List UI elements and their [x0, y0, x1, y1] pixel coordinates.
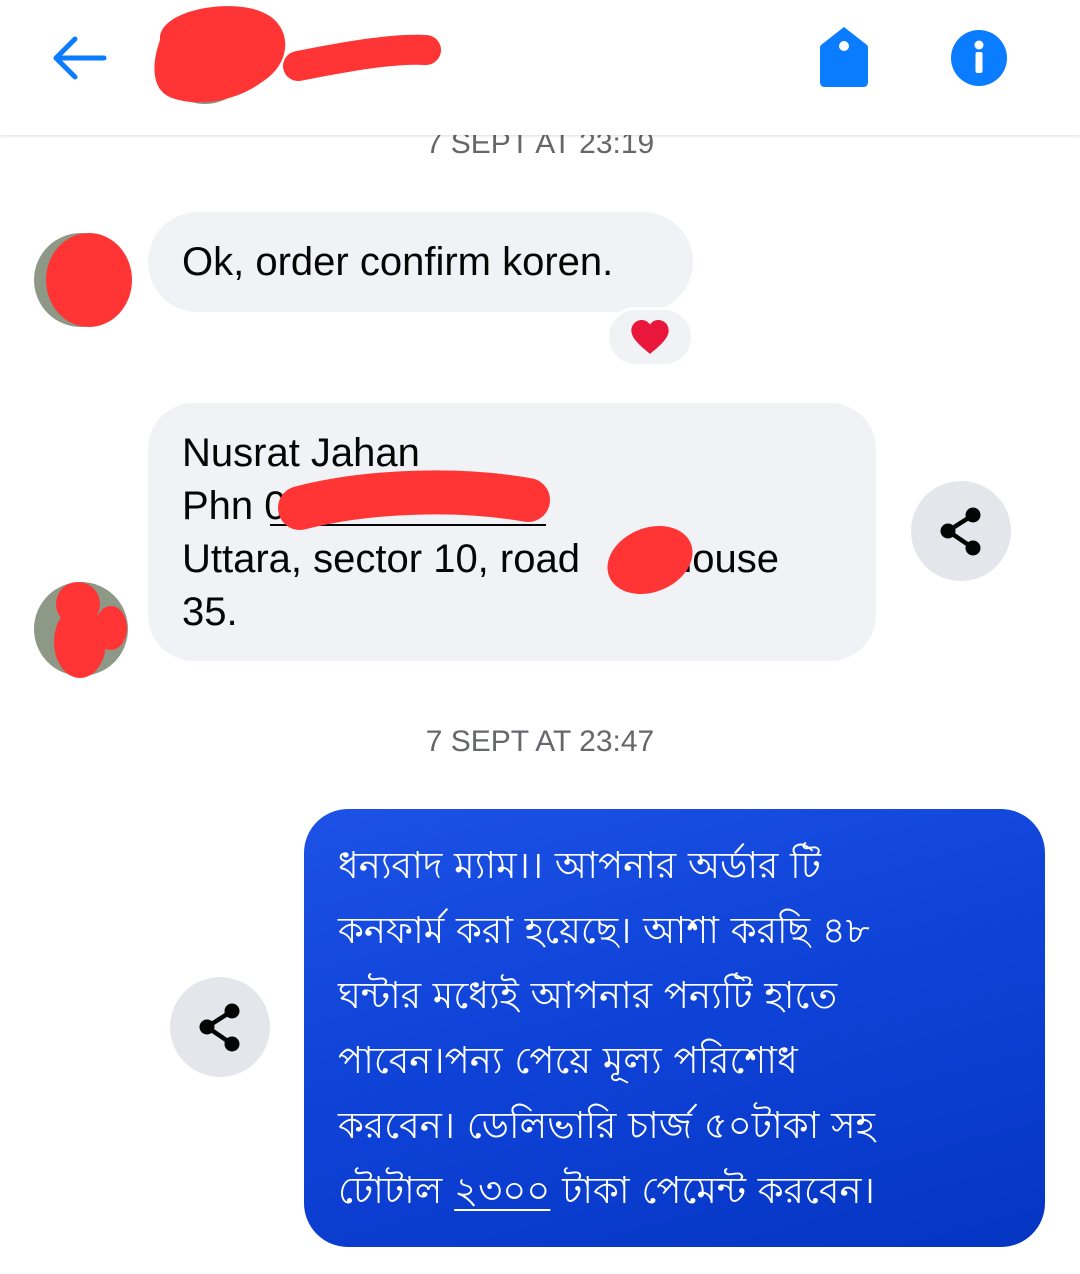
- amount-link[interactable]: ২৩০০: [454, 1169, 550, 1212]
- message-line: ধন্যবাদ ম্যাম।। আপনার অর্ডার টি: [338, 844, 821, 887]
- message-line: 35.: [182, 590, 238, 634]
- address-text: Uttara, sector 10, road: [182, 537, 580, 581]
- message-reaction[interactable]: [606, 307, 694, 367]
- share-icon: [170, 977, 270, 1077]
- info-icon: [951, 30, 1007, 86]
- message-line: টোটাল ২৩০০ টাকা পেমেন্ট করবেন।: [338, 1158, 1025, 1223]
- back-button[interactable]: [46, 30, 110, 86]
- received-message-bubble[interactable]: Ok, order confirm koren.: [148, 212, 693, 312]
- message-line: ঘন্টার মধ্যেই আপনার পন্যটি হাতে: [338, 974, 838, 1017]
- arrow-left-icon: [53, 36, 107, 80]
- received-message-bubble[interactable]: Nusrat Jahan Phn 0 Uttara, sector 10, ro…: [148, 403, 876, 661]
- message-text: টোটাল: [338, 1169, 455, 1212]
- message-line: Nusrat Jahan: [182, 431, 420, 475]
- address-text: house: [669, 537, 779, 581]
- sent-message-bubble[interactable]: ধন্যবাদ ম্যাম।। আপনার অর্ডার টি কনফার্ম …: [304, 809, 1045, 1247]
- chat-screen: 7 SEPT AT 23:19 Ok, order confirm koren.…: [0, 0, 1080, 1274]
- message-line: কনফার্ম করা হয়েছে। আশা করছি ৪৮: [338, 909, 870, 952]
- contact-name[interactable]: [296, 40, 436, 80]
- info-button[interactable]: [949, 28, 1009, 88]
- share-icon: [911, 481, 1011, 581]
- contact-avatar[interactable]: [34, 233, 128, 327]
- tag-button[interactable]: [816, 24, 872, 90]
- heart-icon: [631, 319, 669, 354]
- phone-number-link[interactable]: 0: [264, 484, 286, 528]
- phone-label: Phn: [182, 484, 265, 528]
- chat-header: [0, 0, 1080, 135]
- message-line: করবেন। ডেলিভারি চার্জ ৫০টাকা সহ: [338, 1104, 875, 1147]
- contact-avatar[interactable]: [34, 582, 128, 676]
- message-text: Ok, order confirm koren.: [182, 240, 614, 284]
- contact-avatar[interactable]: [158, 10, 252, 104]
- share-button[interactable]: [170, 977, 270, 1077]
- message-line: Uttara, sector 10, road house: [182, 533, 876, 586]
- message-timestamp: 7 SEPT AT 23:47: [425, 725, 655, 758]
- message-text: টাকা পেমেন্ট করবেন।: [550, 1169, 875, 1212]
- message-line: পাবেন।পন্য পেয়ে মূল্য পরিশোধ: [338, 1039, 798, 1082]
- phone-link-underline: [270, 524, 546, 526]
- tag-icon: [820, 27, 868, 87]
- share-button[interactable]: [911, 481, 1011, 581]
